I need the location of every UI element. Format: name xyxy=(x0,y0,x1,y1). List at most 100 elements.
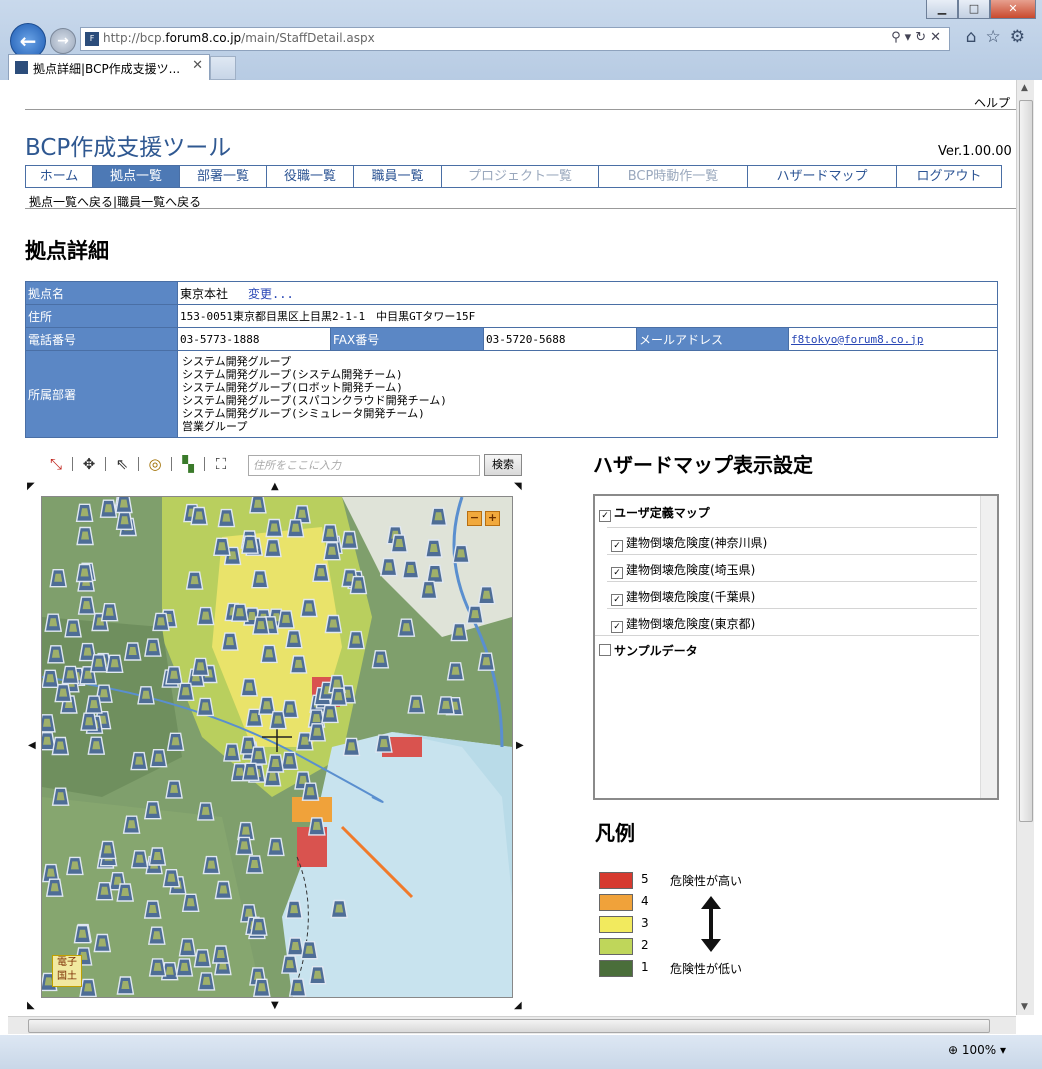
map-marker-icon[interactable] xyxy=(181,893,200,912)
map-marker-icon[interactable] xyxy=(130,751,148,771)
map-marker-icon[interactable] xyxy=(89,654,108,673)
map-marker-icon[interactable] xyxy=(105,654,124,674)
map-marker-icon[interactable] xyxy=(324,614,343,634)
select-arrow-icon[interactable]: ⇖ xyxy=(112,454,132,474)
map-marker-icon[interactable] xyxy=(235,836,254,856)
map-marker-icon[interactable] xyxy=(196,802,215,821)
map-marker-icon[interactable] xyxy=(99,499,118,518)
map-search-button[interactable]: 検索 xyxy=(484,454,522,476)
hazard-map[interactable] xyxy=(41,496,513,998)
map-marker-icon[interactable] xyxy=(241,535,259,554)
map-marker-icon[interactable] xyxy=(143,900,162,919)
map-marker-icon[interactable] xyxy=(426,564,444,584)
map-marker-icon[interactable] xyxy=(137,686,155,705)
layer-tree-scrollbar[interactable] xyxy=(980,496,997,798)
zoom-box-icon[interactable]: ⤡ xyxy=(46,454,66,474)
map-marker-icon[interactable] xyxy=(477,585,496,605)
checkbox-icon[interactable]: ✓ xyxy=(611,540,623,552)
layer-kanagawa[interactable]: ✓ 建物倒壊危険度(神奈川県) xyxy=(611,534,767,552)
map-marker-icon[interactable] xyxy=(148,958,167,977)
map-marker-icon[interactable] xyxy=(54,683,73,703)
map-search-input[interactable]: 住所をここに入力 xyxy=(248,455,480,476)
map-marker-icon[interactable] xyxy=(300,598,318,618)
map-marker-icon[interactable] xyxy=(147,926,166,945)
map-marker-icon[interactable] xyxy=(42,714,56,733)
zoom-in-button[interactable]: + xyxy=(485,511,500,526)
minimize-icon[interactable]: ▁ xyxy=(926,0,958,19)
home-icon[interactable]: ⌂ xyxy=(966,27,986,47)
map-marker-icon[interactable] xyxy=(308,966,327,985)
map-marker-icon[interactable] xyxy=(75,503,94,523)
map-marker-icon[interactable] xyxy=(191,657,210,677)
map-marker-icon[interactable] xyxy=(51,787,70,806)
change-link[interactable]: 変更... xyxy=(248,287,294,301)
address-bar[interactable]: F http://bcp.forum8.co.jp/main/StaffDeta… xyxy=(80,27,950,51)
favorites-star-icon[interactable]: ☆ xyxy=(986,27,1010,47)
map-marker-icon[interactable] xyxy=(196,697,215,717)
checkbox-icon[interactable]: ✓ xyxy=(599,510,611,522)
map-marker-icon[interactable] xyxy=(375,734,393,753)
map-marker-icon[interactable] xyxy=(42,669,60,689)
map-marker-icon[interactable] xyxy=(196,606,215,626)
nav-hazard-map[interactable]: ハザードマップ xyxy=(748,166,897,187)
resize-sw-icon[interactable]: ◣ xyxy=(27,1000,35,1011)
map-marker-icon[interactable] xyxy=(240,678,259,697)
search-icon[interactable]: ⚲ xyxy=(891,30,905,45)
nav-home[interactable]: ホーム xyxy=(26,166,93,187)
map-marker-icon[interactable] xyxy=(286,937,305,956)
map-marker-icon[interactable] xyxy=(307,817,326,836)
compat-icon[interactable]: ▾ xyxy=(905,30,916,45)
browser-tab[interactable]: 拠点詳細|BCP作成支援ツ... ✕ xyxy=(8,54,210,80)
map-marker-icon[interactable] xyxy=(75,563,94,583)
map-marker-icon[interactable] xyxy=(252,978,271,997)
map-marker-icon[interactable] xyxy=(321,704,339,724)
layer-tree[interactable]: ✓ ユーザ定義マップ ✓ 建物倒壊危険度(神奈川県) ✓ 建物倒壊危険度(埼玉県) ✓… xyxy=(593,494,999,800)
map-marker-icon[interactable] xyxy=(245,855,264,874)
map-marker-icon[interactable] xyxy=(407,695,426,714)
map-marker-icon[interactable] xyxy=(450,622,469,642)
map-marker-icon[interactable] xyxy=(241,762,260,781)
map-marker-icon[interactable] xyxy=(87,736,106,755)
map-marker-icon[interactable] xyxy=(185,571,204,590)
vertical-scrollbar[interactable]: ▲ ▼ xyxy=(1016,80,1034,1015)
nav-logout[interactable]: ログアウト xyxy=(897,166,1001,187)
map-marker-icon[interactable] xyxy=(312,563,330,583)
map-marker-icon[interactable] xyxy=(269,710,287,730)
layer-user-defined[interactable]: ✓ ユーザ定義マップ xyxy=(599,504,710,522)
pan-west-icon[interactable]: ◀ xyxy=(28,740,36,751)
map-marker-icon[interactable] xyxy=(466,605,484,624)
map-marker-icon[interactable] xyxy=(152,612,170,632)
map-marker-icon[interactable] xyxy=(264,538,282,558)
forward-button[interactable]: → xyxy=(50,28,76,54)
map-marker-icon[interactable] xyxy=(379,557,398,577)
vertical-scroll-thumb[interactable] xyxy=(1019,100,1033,822)
map-marker-icon[interactable] xyxy=(424,539,443,558)
map-marker-icon[interactable] xyxy=(202,855,221,875)
tab-close-icon[interactable]: ✕ xyxy=(192,58,203,73)
map-marker-icon[interactable] xyxy=(249,497,267,514)
map-marker-icon[interactable] xyxy=(286,519,305,538)
map-marker-icon[interactable] xyxy=(217,508,236,528)
scroll-down-icon[interactable]: ▼ xyxy=(1021,1002,1028,1012)
map-marker-icon[interactable] xyxy=(214,880,233,900)
map-marker-icon[interactable] xyxy=(285,629,303,649)
map-marker-icon[interactable] xyxy=(397,618,416,637)
map-marker-icon[interactable] xyxy=(223,743,241,762)
map-marker-icon[interactable] xyxy=(73,925,92,944)
map-marker-icon[interactable] xyxy=(64,619,82,638)
map-marker-icon[interactable] xyxy=(77,596,96,615)
map-marker-icon[interactable] xyxy=(277,610,295,629)
map-marker-icon[interactable] xyxy=(477,652,496,671)
map-marker-icon[interactable] xyxy=(149,749,168,768)
map-marker-icon[interactable] xyxy=(308,723,327,742)
refresh-icon[interactable]: ↻ xyxy=(915,30,930,45)
map-marker-icon[interactable] xyxy=(390,534,409,553)
map-marker-icon[interactable] xyxy=(231,603,249,622)
zoom-level[interactable]: ⊕ 100% ▾ xyxy=(948,1043,1006,1057)
map-marker-icon[interactable] xyxy=(330,899,349,919)
pan-icon[interactable]: ✥ xyxy=(79,454,99,474)
map-marker-icon[interactable] xyxy=(47,645,65,664)
map-marker-icon[interactable] xyxy=(211,945,230,964)
map-marker-icon[interactable] xyxy=(323,542,341,561)
nav-positions[interactable]: 役職一覧 xyxy=(267,166,354,187)
